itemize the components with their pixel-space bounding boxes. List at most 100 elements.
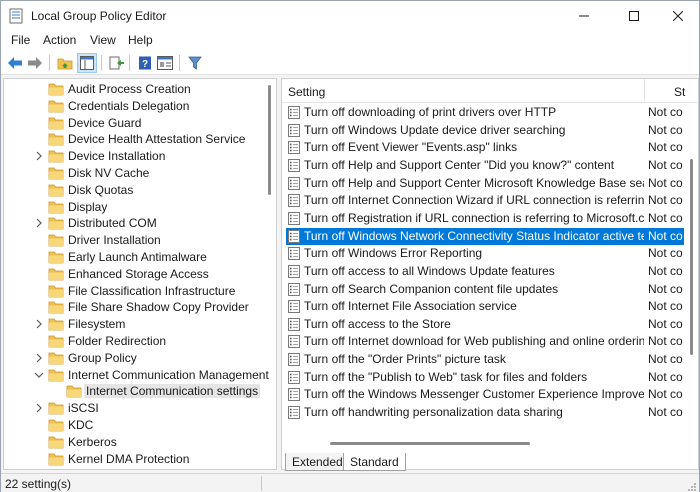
export-list-button[interactable]: [107, 53, 127, 73]
setting-row[interactable]: Turn off the "Order Prints" picture task…: [286, 351, 684, 368]
chevron-down-icon[interactable]: [34, 370, 44, 380]
properties-button[interactable]: [155, 53, 175, 73]
policy-setting-icon: [288, 106, 300, 119]
tree-item[interactable]: Disk Quotas: [4, 182, 276, 199]
column-divider[interactable]: [644, 79, 645, 103]
setting-row[interactable]: Turn off access to the Store Not co: [286, 316, 684, 333]
column-header-state[interactable]: St: [674, 85, 685, 99]
setting-row[interactable]: Turn off Event Viewer "Events.asp" links…: [286, 139, 684, 156]
setting-state: Not co: [648, 122, 683, 137]
tree-item-label: KDC: [68, 418, 94, 432]
setting-row[interactable]: Turn off Registration if URL connection …: [286, 210, 684, 227]
close-button[interactable]: [655, 1, 700, 31]
help-button[interactable]: ?: [135, 53, 155, 73]
up-folder-button[interactable]: [55, 53, 75, 73]
back-button[interactable]: [5, 53, 25, 73]
setting-row[interactable]: Turn off Help and Support Center "Did yo…: [286, 157, 684, 174]
chevron-right-icon[interactable]: [34, 218, 44, 228]
tree-item[interactable]: Internet Communication Management: [4, 367, 276, 384]
setting-state: Not co: [648, 246, 683, 261]
tree-item-label: Kernel DMA Protection: [68, 451, 190, 466]
folder-icon: [48, 217, 64, 230]
tree-item[interactable]: iSCSI: [4, 400, 276, 417]
setting-state: Not co: [648, 105, 683, 119]
tree-item[interactable]: File Share Shadow Copy Provider: [4, 299, 276, 316]
menu-file[interactable]: File: [9, 33, 32, 47]
tree-item[interactable]: Audit Process Creation: [4, 81, 276, 98]
setting-row[interactable]: Turn off the "Publish to Web" task for f…: [286, 369, 684, 386]
folder-icon: [48, 419, 64, 432]
minimize-button[interactable]: [561, 1, 607, 31]
chevron-right-icon[interactable]: [34, 319, 44, 329]
filter-button[interactable]: [185, 53, 205, 73]
chevron-right-icon[interactable]: [34, 353, 44, 363]
tree-item[interactable]: Early Launch Antimalware: [4, 249, 276, 266]
tree-item[interactable]: Device Installation: [4, 148, 276, 165]
setting-row[interactable]: Turn off the Windows Messenger Customer …: [286, 386, 684, 403]
chevron-right-icon[interactable]: [34, 151, 44, 161]
setting-row[interactable]: Turn off Internet Connection Wizard if U…: [286, 192, 684, 209]
setting-row[interactable]: Turn off downloading of print drivers ov…: [286, 104, 684, 121]
forward-button[interactable]: [25, 53, 45, 73]
setting-row[interactable]: Turn off Windows Error Reporting Not co: [286, 245, 684, 262]
policy-setting-icon: [288, 370, 300, 384]
list-vertical-scrollbar[interactable]: [690, 159, 693, 355]
tree-item[interactable]: Credentials Delegation: [4, 98, 276, 115]
policy-setting-icon: [288, 353, 300, 367]
setting-row[interactable]: Turn off Internet download for Web publi…: [286, 333, 684, 350]
tree-item[interactable]: Filesystem: [4, 316, 276, 333]
tree-item-label: Filesystem: [68, 317, 126, 332]
setting-row[interactable]: Turn off Help and Support Center Microso…: [286, 175, 684, 192]
menu-help[interactable]: Help: [126, 33, 155, 47]
tree-item[interactable]: Kerberos: [4, 434, 276, 451]
filter-icon: [188, 56, 202, 70]
maximize-button[interactable]: [611, 1, 657, 31]
folder-open-icon: [48, 369, 64, 381]
folder-icon: [48, 352, 64, 365]
minimize-icon: [579, 15, 589, 17]
setting-name: Turn off Windows Error Reporting: [304, 246, 483, 261]
setting-row[interactable]: Turn off Windows Network Connectivity St…: [286, 227, 684, 245]
tree-item[interactable]: Internet Communication settings: [4, 383, 276, 400]
setting-row[interactable]: Turn off access to all Windows Update fe…: [286, 263, 684, 280]
tree-item-label: Display: [68, 199, 108, 214]
column-header-setting[interactable]: Setting: [288, 85, 325, 99]
setting-row[interactable]: Turn off Internet File Association servi…: [286, 298, 684, 315]
tree-item[interactable]: Kernel DMA Protection: [4, 451, 276, 468]
tree-item[interactable]: Disk NV Cache: [4, 165, 276, 182]
setting-row[interactable]: Turn off Search Companion content file u…: [286, 281, 684, 298]
chevron-right-icon[interactable]: [34, 403, 44, 413]
setting-state: Not co: [648, 405, 683, 420]
tab-extended[interactable]: Extended: [285, 453, 350, 471]
properties-icon: [157, 56, 173, 70]
tree-item[interactable]: Group Policy: [4, 350, 276, 367]
tree-item[interactable]: Distributed COM: [4, 215, 276, 232]
list-horizontal-scrollbar[interactable]: [330, 442, 530, 445]
forward-icon: [28, 57, 42, 69]
tree-item[interactable]: Folder Redirection: [4, 333, 276, 350]
svg-text:?: ?: [142, 59, 148, 70]
menu-view[interactable]: View: [88, 33, 118, 47]
resize-grip-icon[interactable]: [687, 482, 697, 492]
tree-item[interactable]: Driver Installation: [4, 232, 276, 249]
settings-list[interactable]: Setting St Turn off downloading of print…: [281, 78, 699, 470]
tree-item[interactable]: Display: [4, 199, 276, 216]
setting-row[interactable]: Turn off handwriting personalization dat…: [286, 404, 684, 421]
help-icon: ?: [139, 56, 151, 70]
tree-item[interactable]: KDC: [4, 417, 276, 434]
setting-name: Turn off handwriting personalization dat…: [304, 405, 563, 420]
tree-item[interactable]: Enhanced Storage Access: [4, 266, 276, 283]
folder-icon: [48, 436, 64, 449]
show-hide-tree-button[interactable]: [77, 53, 97, 73]
policy-tree[interactable]: Audit Process Creation Credentials Delega…: [3, 78, 277, 470]
setting-state: Not co: [648, 316, 683, 331]
policy-setting-icon: [288, 158, 300, 172]
tree-item-label: Group Policy: [68, 350, 137, 365]
tree-item[interactable]: File Classification Infrastructure: [4, 283, 276, 300]
tree-item[interactable]: Device Guard: [4, 115, 276, 132]
show-hide-tree-icon: [80, 56, 94, 70]
tree-item[interactable]: Device Health Attestation Service: [4, 131, 276, 148]
tab-standard[interactable]: Standard: [343, 453, 406, 471]
setting-row[interactable]: Turn off Windows Update device driver se…: [286, 122, 684, 139]
menu-action[interactable]: Action: [41, 33, 78, 47]
